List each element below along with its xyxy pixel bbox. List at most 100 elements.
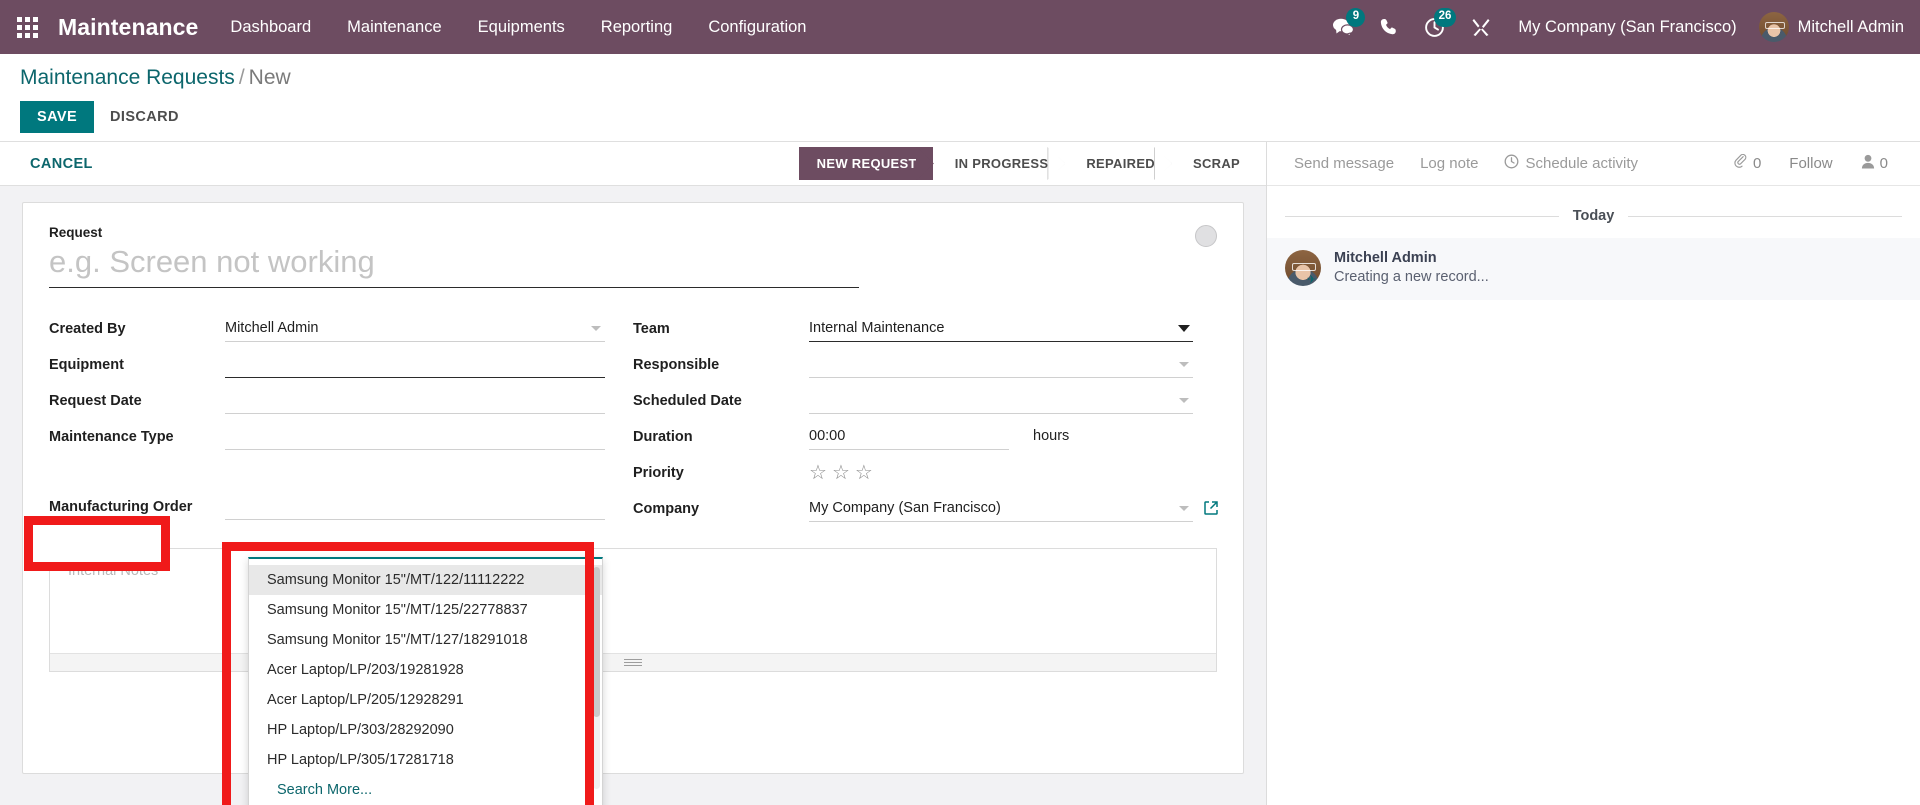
form-pane: CANCEL NEW REQUEST IN PROGRESS REPAIRED … bbox=[0, 142, 1266, 805]
field-row-request-date: Request Date bbox=[49, 386, 605, 420]
equipment-autocomplete-dropdown: Samsung Monitor 15"/MT/122/11112222 Sams… bbox=[248, 557, 603, 805]
schedule-activity-label: Schedule activity bbox=[1525, 155, 1638, 172]
request-title-block: Request bbox=[49, 225, 859, 288]
activities-menu[interactable]: 26 bbox=[1411, 0, 1458, 54]
internal-notes-placeholder: Internal Notes bbox=[50, 549, 1216, 593]
attachment-count: 0 bbox=[1753, 155, 1761, 172]
message-author: Mitchell Admin bbox=[1334, 250, 1489, 266]
chatter-message-content: Mitchell Admin Creating a new record... bbox=[1334, 250, 1489, 286]
duration-input[interactable] bbox=[809, 422, 1009, 450]
created-by-input[interactable] bbox=[225, 314, 605, 342]
request-date-input[interactable] bbox=[225, 386, 605, 414]
pin-icon: ✈ bbox=[1307, 275, 1316, 286]
schedule-activity-button[interactable]: Schedule activity bbox=[1491, 154, 1651, 173]
autocomplete-scrollbar[interactable] bbox=[593, 567, 600, 789]
main-menu: Dashboard Maintenance Equipments Reporti… bbox=[212, 0, 824, 54]
discard-button[interactable]: DISCARD bbox=[94, 101, 195, 133]
star-icon-1[interactable]: ☆ bbox=[809, 463, 827, 483]
field-row-company: Company bbox=[633, 494, 1193, 528]
paperclip-icon bbox=[1733, 154, 1748, 173]
app-brand-title[interactable]: Maintenance bbox=[44, 14, 212, 41]
menu-item-reporting[interactable]: Reporting bbox=[583, 0, 691, 54]
duration-label: Duration bbox=[633, 422, 809, 445]
log-note-button[interactable]: Log note bbox=[1407, 155, 1491, 172]
followers-count: 0 bbox=[1880, 155, 1888, 172]
user-menu[interactable]: Mitchell Admin bbox=[1751, 12, 1904, 42]
clock-icon bbox=[1504, 154, 1519, 173]
menu-item-maintenance[interactable]: Maintenance bbox=[329, 0, 459, 54]
autocomplete-search-more[interactable]: Search More... bbox=[249, 775, 602, 805]
stage-new-request[interactable]: NEW REQUEST bbox=[799, 147, 933, 180]
stage-pipeline: NEW REQUEST IN PROGRESS REPAIRED SCRAP bbox=[799, 147, 1256, 180]
stage-repaired[interactable]: REPAIRED bbox=[1064, 147, 1171, 180]
maintenance-type-input[interactable] bbox=[225, 422, 605, 450]
divider bbox=[1628, 216, 1902, 217]
autocomplete-option[interactable]: Samsung Monitor 15"/MT/125/22778837 bbox=[249, 595, 602, 625]
field-row-team: Team bbox=[633, 314, 1193, 348]
internal-notes-box[interactable]: Internal Notes bbox=[49, 548, 1217, 672]
messages-count-badge: 9 bbox=[1346, 8, 1365, 27]
form-spacer bbox=[49, 458, 605, 492]
autocomplete-option[interactable]: Samsung Monitor 15"/MT/122/11112222 bbox=[249, 565, 602, 595]
maintenance-type-label: Maintenance Type bbox=[49, 422, 225, 445]
menu-item-equipments[interactable]: Equipments bbox=[460, 0, 583, 54]
autocomplete-option[interactable]: Acer Laptop/LP/205/12928291 bbox=[249, 685, 602, 715]
menu-item-dashboard[interactable]: Dashboard bbox=[212, 0, 329, 54]
autocomplete-option[interactable]: HP Laptop/LP/305/17281718 bbox=[249, 745, 602, 775]
stage-in-progress[interactable]: IN PROGRESS bbox=[933, 147, 1065, 180]
followers-button[interactable]: 0 bbox=[1847, 154, 1902, 173]
company-value-wrap bbox=[809, 494, 1193, 522]
activities-count-badge: 26 bbox=[1434, 8, 1457, 27]
message-body: Creating a new record... bbox=[1334, 269, 1489, 285]
responsible-input[interactable] bbox=[809, 350, 1193, 378]
save-button[interactable]: SAVE bbox=[20, 101, 94, 133]
autocomplete-option[interactable]: Acer Laptop/LP/203/19281928 bbox=[249, 655, 602, 685]
user-icon bbox=[1861, 154, 1875, 173]
phone-icon[interactable] bbox=[1367, 0, 1411, 54]
request-title-input[interactable] bbox=[49, 242, 859, 288]
breadcrumb-separator: / bbox=[235, 66, 249, 89]
internal-notes-footer bbox=[50, 653, 1216, 671]
manufacturing-order-input[interactable] bbox=[225, 492, 605, 520]
created-by-label: Created By bbox=[49, 314, 225, 337]
form-group-right: Team Responsible bbox=[633, 314, 1217, 530]
priority-stars: ☆ ☆ ☆ bbox=[809, 458, 1193, 483]
send-message-button[interactable]: Send message bbox=[1281, 155, 1407, 172]
scheduled-date-value-wrap bbox=[809, 386, 1193, 414]
breadcrumb-root[interactable]: Maintenance Requests bbox=[20, 66, 235, 89]
request-title-label: Request bbox=[49, 225, 859, 240]
stage-scrap[interactable]: SCRAP bbox=[1171, 147, 1256, 180]
external-link-icon[interactable] bbox=[1203, 500, 1219, 521]
apps-grid-icon[interactable] bbox=[0, 0, 44, 54]
manufacturing-order-value-wrap bbox=[225, 492, 605, 520]
cancel-button[interactable]: CANCEL bbox=[20, 150, 103, 178]
team-input[interactable] bbox=[809, 314, 1193, 342]
wrench-screwdriver-icon[interactable] bbox=[1458, 0, 1504, 54]
log-note-label: Log note bbox=[1420, 155, 1478, 172]
messages-menu[interactable]: 9 bbox=[1319, 0, 1367, 54]
form-groups: Created By Equipment bbox=[49, 314, 1217, 530]
avatar bbox=[1759, 12, 1789, 42]
autocomplete-option[interactable]: HP Laptop/LP/303/28292090 bbox=[249, 715, 602, 745]
company-switcher[interactable]: My Company (San Francisco) bbox=[1504, 18, 1750, 37]
scheduled-date-input[interactable] bbox=[809, 386, 1193, 414]
autocomplete-option[interactable]: Samsung Monitor 15"/MT/127/18291018 bbox=[249, 625, 602, 655]
star-icon-2[interactable]: ☆ bbox=[832, 463, 850, 483]
follow-button[interactable]: Follow bbox=[1775, 155, 1846, 172]
field-row-created-by: Created By bbox=[49, 314, 605, 348]
top-navbar: Maintenance Dashboard Maintenance Equipm… bbox=[0, 0, 1920, 54]
resize-handle-icon[interactable] bbox=[624, 659, 642, 667]
day-separator-label: Today bbox=[1559, 208, 1629, 224]
field-row-manufacturing-order: Manufacturing Order bbox=[49, 492, 605, 526]
team-label: Team bbox=[633, 314, 809, 337]
chatter-toolbar-right: 0 Follow 0 bbox=[1719, 154, 1902, 173]
company-input[interactable] bbox=[809, 494, 1193, 522]
kanban-state-circle-icon[interactable] bbox=[1195, 225, 1217, 247]
chatter-day-separator: Today bbox=[1267, 186, 1920, 224]
attachments-button[interactable]: 0 bbox=[1719, 154, 1775, 173]
menu-item-configuration[interactable]: Configuration bbox=[690, 0, 824, 54]
breadcrumb-current: New bbox=[249, 66, 291, 89]
request-date-label: Request Date bbox=[49, 386, 225, 409]
star-icon-3[interactable]: ☆ bbox=[855, 463, 873, 483]
equipment-input[interactable] bbox=[225, 350, 605, 378]
